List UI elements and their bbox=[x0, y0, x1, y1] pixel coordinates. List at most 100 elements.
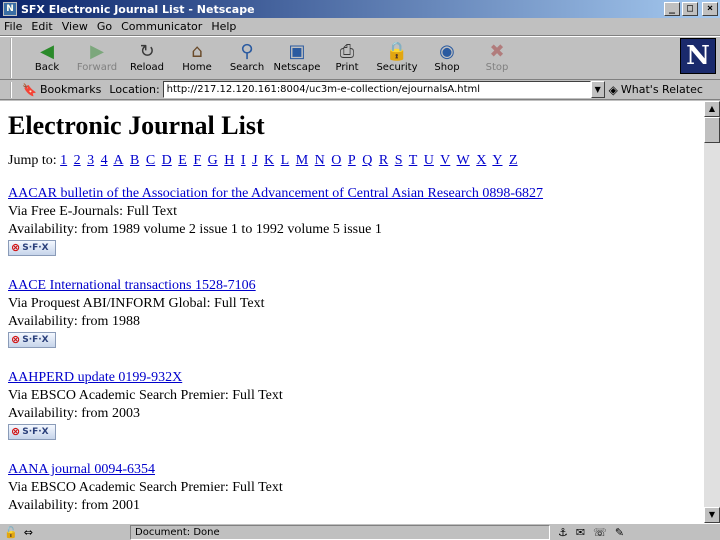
sfx-button[interactable]: ⊗ S·F·X bbox=[8, 240, 56, 256]
jump-link-f[interactable]: F bbox=[193, 153, 201, 168]
journal-title-link[interactable]: AACE International transactions 1528-710… bbox=[8, 277, 696, 295]
security-status-icon[interactable]: 🔓 bbox=[4, 526, 18, 539]
journal-entry: AAHPERD update 0199-932X Via EBSCO Academ… bbox=[8, 369, 696, 441]
jump-link-p[interactable]: P bbox=[348, 153, 356, 168]
bookmarks-button[interactable]: 🔖 Bookmarks bbox=[22, 83, 101, 97]
journal-title-link[interactable]: AANA journal 0094-6354 bbox=[8, 461, 696, 479]
jump-link-q[interactable]: Q bbox=[362, 153, 372, 168]
window-controls: _ □ × bbox=[664, 2, 718, 16]
sfx-button[interactable]: ⊗ S·F·X bbox=[8, 332, 56, 348]
journal-availability: Availability: from 1988 bbox=[8, 314, 140, 329]
jump-link-g[interactable]: G bbox=[208, 153, 218, 168]
search-label: Search bbox=[229, 62, 265, 73]
jump-link-m[interactable]: M bbox=[296, 153, 308, 168]
journal-entry: AACE International transactions 1528-710… bbox=[8, 277, 696, 349]
jump-to-nav: Jump to: 1 2 3 4 A B C D E F G H I J K L… bbox=[8, 153, 696, 169]
back-arrow-icon: ◀ bbox=[40, 40, 54, 62]
netscape-logo-icon[interactable]: N bbox=[680, 38, 716, 74]
reload-button[interactable]: ↻ Reload bbox=[122, 37, 172, 79]
location-grip[interactable] bbox=[10, 81, 16, 98]
shop-button[interactable]: ◉ Shop bbox=[422, 37, 472, 79]
menu-go[interactable]: Go bbox=[97, 20, 112, 33]
jump-link-o[interactable]: O bbox=[331, 153, 341, 168]
jump-link-c[interactable]: C bbox=[146, 153, 155, 168]
print-icon: ⎙ bbox=[339, 40, 355, 62]
jump-link-t[interactable]: T bbox=[409, 153, 418, 168]
url-dropdown-button[interactable]: ▼ bbox=[590, 81, 605, 98]
jump-link-u[interactable]: U bbox=[424, 153, 434, 168]
netscape-label: Netscape bbox=[273, 62, 321, 73]
scroll-up-button[interactable]: ▲ bbox=[704, 101, 720, 117]
close-button[interactable]: × bbox=[702, 2, 718, 16]
journal-provider: Via EBSCO Academic Search Premier: Full … bbox=[8, 388, 283, 403]
menu-view[interactable]: View bbox=[62, 20, 88, 33]
forward-button[interactable]: ▶ Forward bbox=[72, 37, 122, 79]
toolbar-grip[interactable] bbox=[10, 38, 16, 78]
jump-link-k[interactable]: K bbox=[264, 153, 274, 168]
jump-link-j[interactable]: J bbox=[252, 153, 257, 168]
menu-edit[interactable]: Edit bbox=[31, 20, 52, 33]
journal-provider: Via Proquest ABI/INFORM Global: Full Tex… bbox=[8, 296, 265, 311]
journal-provider: Via Free E-Journals: Full Text bbox=[8, 204, 178, 219]
journal-availability: Availability: from 2001 bbox=[8, 498, 140, 513]
journal-entry: AACAR bulletin of the Association for th… bbox=[8, 185, 696, 257]
forward-arrow-icon: ▶ bbox=[90, 40, 104, 62]
menu-help[interactable]: Help bbox=[211, 20, 236, 33]
page-content: Electronic Journal List Jump to: 1 2 3 4… bbox=[0, 101, 704, 523]
stop-button[interactable]: ✖ Stop bbox=[472, 37, 522, 79]
url-field[interactable]: http://217.12.120.161:8004/uc3m-e-collec… bbox=[162, 81, 591, 98]
jump-link-v[interactable]: V bbox=[440, 153, 450, 168]
related-icon: ◈ bbox=[608, 82, 618, 97]
jump-link-z[interactable]: Z bbox=[509, 153, 518, 168]
jump-link-d[interactable]: D bbox=[162, 153, 172, 168]
reload-label: Reload bbox=[129, 62, 165, 73]
scroll-down-button[interactable]: ▼ bbox=[704, 507, 720, 523]
maximize-button[interactable]: □ bbox=[682, 2, 698, 16]
home-button[interactable]: ⌂ Home bbox=[172, 37, 222, 79]
menu-file[interactable]: File bbox=[4, 20, 22, 33]
journal-availability: Availability: from 2003 bbox=[8, 406, 140, 421]
jump-link-1[interactable]: 1 bbox=[60, 153, 67, 168]
jump-link-s[interactable]: S bbox=[395, 153, 403, 168]
menu-communicator[interactable]: Communicator bbox=[121, 20, 202, 33]
scroll-thumb[interactable] bbox=[704, 117, 720, 143]
jump-link-b[interactable]: B bbox=[130, 153, 139, 168]
window-title: SFX Electronic Journal List - Netscape bbox=[21, 2, 255, 16]
sfx-label: S·F·X bbox=[22, 243, 49, 253]
jump-link-l[interactable]: L bbox=[281, 153, 290, 168]
vertical-scrollbar[interactable]: ▲ ▼ bbox=[704, 101, 720, 523]
minimize-button[interactable]: _ bbox=[664, 2, 680, 16]
jump-link-r[interactable]: R bbox=[379, 153, 388, 168]
reload-icon: ↻ bbox=[139, 40, 155, 62]
jump-link-w[interactable]: W bbox=[457, 153, 470, 168]
composer-icon[interactable]: ✎ bbox=[615, 526, 624, 539]
jump-link-h[interactable]: H bbox=[224, 153, 234, 168]
sfx-button[interactable]: ⊗ S·F·X bbox=[8, 424, 56, 440]
journal-title-link[interactable]: AAHPERD update 0199-932X bbox=[8, 369, 696, 387]
navigator-icon[interactable]: ⚓ bbox=[558, 526, 568, 539]
jump-label: Jump to: bbox=[8, 153, 57, 168]
netscape-button[interactable]: ▣ Netscape bbox=[272, 37, 322, 79]
title-bar: N SFX Electronic Journal List - Netscape… bbox=[0, 0, 720, 18]
jump-link-y[interactable]: Y bbox=[492, 153, 502, 168]
jump-link-n[interactable]: N bbox=[315, 153, 325, 168]
jump-link-3[interactable]: 3 bbox=[87, 153, 94, 168]
jump-link-i[interactable]: I bbox=[241, 153, 246, 168]
whats-related-button[interactable]: ◈ What's Relatec bbox=[609, 83, 703, 97]
page-heading: Electronic Journal List bbox=[8, 111, 265, 140]
security-button[interactable]: 🔒 Security bbox=[372, 37, 422, 79]
print-label: Print bbox=[335, 62, 359, 73]
forward-label: Forward bbox=[76, 62, 118, 73]
jump-link-a[interactable]: A bbox=[113, 153, 123, 168]
jump-link-e[interactable]: E bbox=[178, 153, 187, 168]
mail-icon[interactable]: ✉ bbox=[576, 526, 585, 539]
connection-icon: ⇔ bbox=[23, 525, 33, 539]
print-button[interactable]: ⎙ Print bbox=[322, 37, 372, 79]
groups-icon[interactable]: ☏ bbox=[593, 526, 607, 539]
back-button[interactable]: ◀ Back bbox=[22, 37, 72, 79]
jump-link-2[interactable]: 2 bbox=[74, 153, 81, 168]
journal-title-link[interactable]: AACAR bulletin of the Association for th… bbox=[8, 185, 696, 203]
jump-link-x[interactable]: X bbox=[476, 153, 486, 168]
jump-link-4[interactable]: 4 bbox=[101, 153, 108, 168]
search-button[interactable]: ⚲ Search bbox=[222, 37, 272, 79]
